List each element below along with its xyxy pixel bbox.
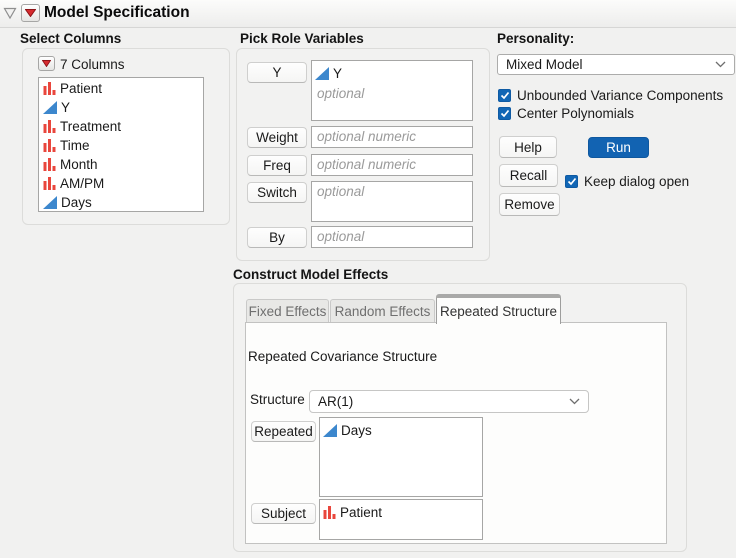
tab-fixed-effects[interactable]: Fixed Effects [246, 299, 329, 323]
recall-button[interactable]: Recall [499, 164, 558, 187]
red-triangle-menu-icon[interactable] [21, 4, 40, 22]
keep-dialog-open-checkbox-row[interactable]: Keep dialog open [565, 174, 689, 189]
unbounded-variance-checkbox-row[interactable]: Unbounded Variance Components [498, 88, 723, 103]
personality-value: Mixed Model [506, 57, 583, 72]
list-item[interactable]: Patient [39, 79, 203, 98]
column-label: Y [61, 100, 71, 115]
column-label: AM/PM [60, 176, 105, 191]
role-variable-label: Days [341, 422, 372, 438]
checkbox-checked-icon[interactable] [565, 175, 578, 188]
by-role-button[interactable]: By [247, 227, 307, 248]
continuous-icon [43, 196, 57, 209]
role-variable-label: Y [333, 65, 343, 81]
personality-label: Personality: [497, 31, 575, 46]
tab-random-effects[interactable]: Random Effects [330, 299, 435, 323]
y-role-button[interactable]: Y [247, 62, 307, 83]
column-label: Patient [60, 81, 103, 96]
list-item[interactable]: Patient [320, 500, 482, 522]
repeated-role-button[interactable]: Repeated [251, 421, 316, 442]
freq-role-button[interactable]: Freq [247, 155, 307, 176]
continuous-icon [43, 101, 57, 114]
structure-dropdown[interactable]: AR(1) [309, 390, 589, 413]
columns-count-label: 7 Columns [60, 57, 125, 72]
checkbox-label[interactable]: Keep dialog open [584, 174, 689, 189]
personality-dropdown[interactable]: Mixed Model [497, 54, 735, 75]
chevron-down-icon [569, 398, 580, 405]
structure-value: AR(1) [318, 394, 354, 409]
run-button[interactable]: Run [588, 137, 649, 158]
role-variable-label: Patient [340, 504, 383, 520]
placeholder-text: optional [317, 229, 365, 244]
center-polynomials-checkbox-row[interactable]: Center Polynomials [498, 106, 634, 121]
help-button[interactable]: Help [499, 136, 557, 158]
continuous-icon [323, 423, 337, 437]
placeholder-text: optional [317, 184, 365, 199]
pick-roles-heading: Pick Role Variables [240, 31, 364, 46]
column-label: Time [60, 138, 90, 153]
nominal-icon [43, 158, 56, 171]
placeholder-text: optional numeric [317, 129, 417, 144]
tab-repeated-structure[interactable]: Repeated Structure [436, 294, 561, 324]
column-label: Month [60, 157, 98, 172]
subject-role-box[interactable]: Patient [319, 499, 483, 540]
by-role-box[interactable]: optional [311, 226, 473, 248]
list-item[interactable]: Treatment [39, 117, 203, 136]
nominal-icon [43, 177, 56, 190]
structure-label: Structure [250, 392, 305, 407]
placeholder-text: optional [317, 86, 365, 101]
column-label: Days [61, 195, 92, 210]
list-item[interactable]: Y [39, 98, 203, 117]
nominal-icon [43, 139, 56, 152]
list-item[interactable]: Days [39, 193, 203, 212]
list-item[interactable]: Time [39, 136, 203, 155]
switch-role-box[interactable]: optional [311, 181, 473, 222]
freq-role-box[interactable]: optional numeric [311, 154, 473, 176]
remove-button[interactable]: Remove [499, 193, 560, 216]
repeated-role-box[interactable]: Days [319, 417, 483, 497]
columns-filter-red-triangle-icon[interactable] [38, 56, 55, 71]
list-item[interactable]: AM/PM [39, 174, 203, 193]
construct-effects-heading: Construct Model Effects [233, 267, 389, 282]
nominal-icon [43, 82, 56, 95]
checkbox-label[interactable]: Center Polynomials [517, 106, 634, 121]
subject-role-button[interactable]: Subject [251, 503, 316, 524]
checkbox-checked-icon[interactable] [498, 107, 511, 120]
weight-role-box[interactable]: optional numeric [311, 126, 473, 148]
list-item[interactable]: Month [39, 155, 203, 174]
select-columns-heading: Select Columns [20, 31, 122, 46]
chevron-down-icon [715, 61, 726, 68]
list-item[interactable]: Days [320, 418, 482, 440]
nominal-icon [43, 120, 56, 133]
weight-role-button[interactable]: Weight [247, 127, 307, 148]
nominal-icon [323, 505, 336, 519]
columns-listbox[interactable]: Patient Y Treatment Time Month AM/PM Day… [38, 77, 204, 212]
dialog-title: Model Specification [44, 4, 190, 21]
checkbox-checked-icon[interactable] [498, 89, 511, 102]
placeholder-text: optional numeric [317, 157, 417, 172]
switch-role-button[interactable]: Switch [247, 182, 307, 203]
list-item[interactable]: Y [312, 61, 472, 83]
continuous-icon [315, 66, 329, 80]
repeated-covariance-subtitle: Repeated Covariance Structure [248, 349, 438, 364]
checkbox-label[interactable]: Unbounded Variance Components [517, 88, 723, 103]
outline-title-bar: Model Specification [0, 0, 736, 28]
y-role-box[interactable]: Y optional [311, 60, 473, 121]
column-label: Treatment [60, 119, 122, 134]
disclosure-triangle-icon[interactable] [3, 7, 17, 20]
